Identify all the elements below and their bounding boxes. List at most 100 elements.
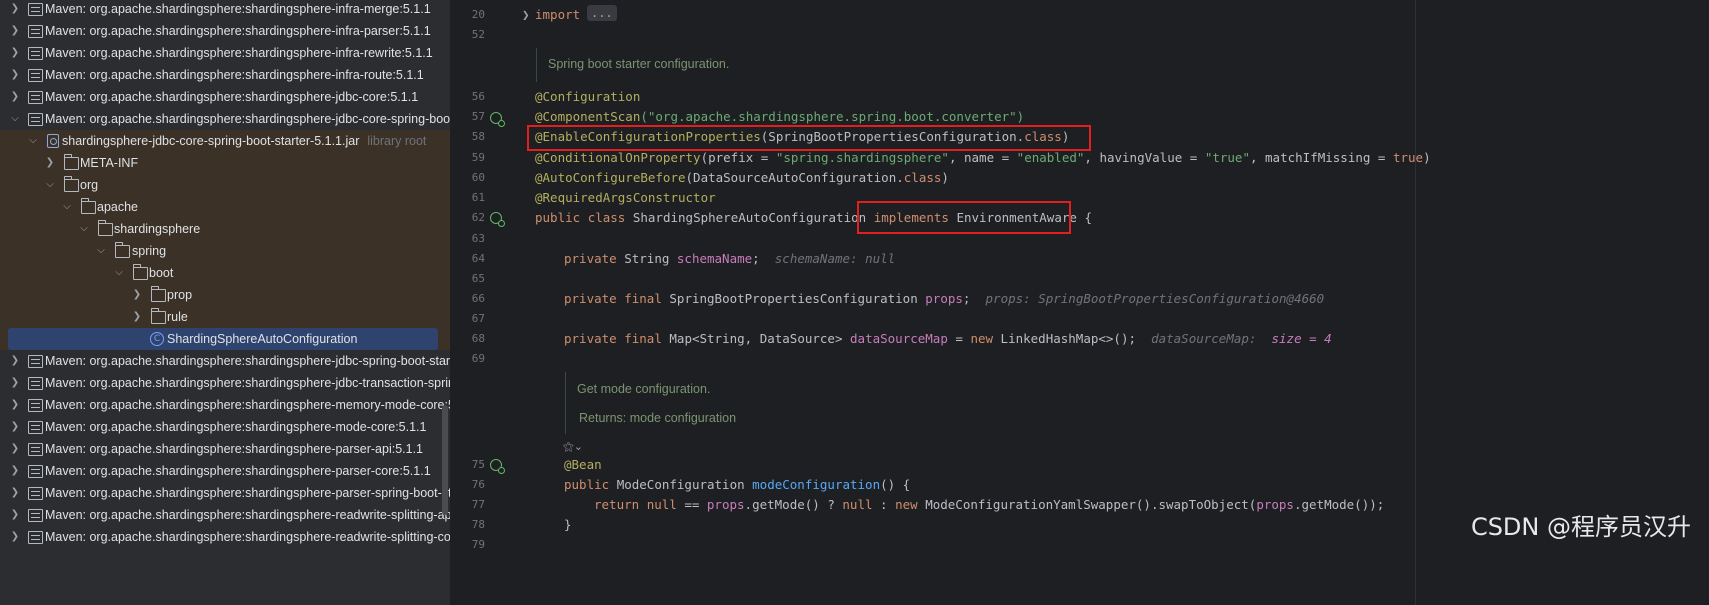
tree-row-jar[interactable]: ⌵ shardingsphere-jdbc-core-spring-boot-s… — [0, 130, 450, 152]
inline-debug-hint: schemaName: null — [774, 251, 896, 266]
library-icon — [28, 25, 43, 38]
chevron-right-icon[interactable]: ❯ — [9, 42, 21, 64]
tree-row-label: Maven: org.apache.shardingsphere:shardin… — [45, 464, 431, 478]
chevron-right-icon[interactable]: ❯ — [9, 350, 21, 372]
chevron-down-icon[interactable]: ⌵ — [44, 174, 56, 196]
tree-row-label: Maven: org.apache.shardingsphere:shardin… — [45, 46, 433, 60]
library-icon — [28, 465, 43, 478]
line-number: 66 — [471, 292, 485, 305]
chevron-right-icon[interactable]: ❯ — [9, 438, 21, 460]
tree-row-readwrite-splitting-core[interactable]: ❯ Maven: org.apache.shardingsphere:shard… — [0, 526, 450, 548]
spring-bean-gutter-icon[interactable] — [490, 459, 505, 474]
chevron-right-icon[interactable]: ❯ — [9, 394, 21, 416]
chevron-right-icon[interactable]: ❯ — [9, 460, 21, 482]
line-number: 58 — [471, 130, 485, 143]
inline-debug-hint-value: size = 4 — [1271, 331, 1332, 346]
chevron-right-icon[interactable]: ❯ — [9, 504, 21, 526]
code-line-78: } — [564, 517, 572, 532]
fold-expand-icon[interactable]: ❯ — [522, 7, 530, 23]
tree-row-infra-route[interactable]: ❯ Maven: org.apache.shardingsphere:shard… — [0, 64, 450, 86]
tree-row-infra-rewrite[interactable]: ❯ Maven: org.apache.shardingsphere:shard… — [0, 42, 450, 64]
tree-row-label: ShardingSphereAutoConfiguration — [167, 332, 358, 346]
chevron-down-icon[interactable]: ⌵ — [27, 130, 39, 152]
tree-row-memory-mode-core[interactable]: ❯ Maven: org.apache.shardingsphere:shard… — [0, 394, 450, 416]
chevron-right-icon[interactable]: ❯ — [131, 306, 143, 328]
chevron-down-icon[interactable]: ⌵ — [9, 108, 21, 130]
tree-row-parser-api[interactable]: ❯ Maven: org.apache.shardingsphere:shard… — [0, 438, 450, 460]
library-icon — [28, 509, 43, 522]
chevron-right-icon[interactable]: ❯ — [44, 152, 56, 174]
tree-row-jdbc-transaction-spring[interactable]: ❯ Maven: org.apache.shardingsphere:shard… — [0, 372, 450, 394]
library-root-hint: library root — [367, 134, 427, 148]
chevron-down-icon[interactable]: ⌵ — [113, 262, 125, 284]
tree-row-label: Maven: org.apache.shardingsphere:shardin… — [45, 24, 431, 38]
tree-row-infra-merge[interactable]: ❯ Maven: org.apache.shardingsphere:shard… — [0, 0, 450, 20]
watermark: CSDN @程序员汉升 — [1470, 513, 1691, 541]
tree-row-org[interactable]: ⌵ org — [0, 174, 450, 196]
right-margin-guide — [1415, 0, 1416, 605]
class-icon: C — [150, 332, 164, 346]
line-number: 63 — [471, 232, 485, 245]
tree-row-spring[interactable]: ⌵ spring — [0, 240, 450, 262]
tree-row-label: Maven: org.apache.shardingsphere:shardin… — [45, 508, 450, 522]
code-line-76: public ModeConfiguration modeConfigurati… — [564, 477, 911, 492]
tree-row-shardingsphere-auto-configuration[interactable]: C ShardingSphereAutoConfiguration — [0, 328, 450, 350]
tree-row-label: org — [80, 178, 99, 192]
tree-row-label: Maven: org.apache.shardingsphere:shardin… — [45, 90, 419, 104]
chevron-right-icon[interactable]: ❯ — [9, 64, 21, 86]
tree-row-label: rule — [167, 310, 188, 324]
tree-row-jdbc-core[interactable]: ❯ Maven: org.apache.shardingsphere:shard… — [0, 86, 450, 108]
spring-bean-gutter-icon[interactable] — [490, 212, 505, 227]
tree-row-meta-inf[interactable]: ❯ META-INF — [0, 152, 450, 174]
chevron-right-icon[interactable]: ❯ — [9, 20, 21, 42]
tree-row-jdbc-spring-boot-starter-infra[interactable]: ❯ Maven: org.apache.shardingsphere:shard… — [0, 350, 450, 372]
tree-row-boot[interactable]: ⌵ boot — [0, 262, 450, 284]
chevron-down-icon[interactable]: ⌵ — [78, 218, 90, 240]
tree-scrollbar[interactable] — [442, 405, 448, 515]
tree-row-rule[interactable]: ❯ rule — [0, 306, 450, 328]
tree-row-label: Maven: org.apache.shardingsphere:shardin… — [45, 376, 450, 390]
ai-actions-icon[interactable]: ⚝⌄ — [563, 439, 583, 455]
folded-imports-placeholder[interactable]: ... — [587, 5, 617, 21]
chevron-right-icon[interactable]: ❯ — [9, 416, 21, 438]
folder-icon — [98, 220, 113, 236]
chevron-right-icon[interactable]: ❯ — [9, 526, 21, 548]
chevron-right-icon[interactable]: ❯ — [131, 284, 143, 306]
chevron-down-icon[interactable]: ⌵ — [95, 240, 107, 262]
spring-bean-gutter-icon[interactable] — [490, 112, 505, 127]
tree-row-jdbc-core-spring-boot-starter[interactable]: ⌵ Maven: org.apache.shardingsphere:shard… — [0, 108, 450, 130]
line-number: 59 — [471, 151, 485, 164]
code-line-66: private final SpringBootPropertiesConfig… — [564, 291, 1325, 306]
tree-row-prop[interactable]: ❯ prop — [0, 284, 450, 306]
tree-row-parser-core[interactable]: ❯ Maven: org.apache.shardingsphere:shard… — [0, 460, 450, 482]
tree-row-infra-parser[interactable]: ❯ Maven: org.apache.shardingsphere:shard… — [0, 20, 450, 42]
line-number: 57 — [471, 110, 485, 123]
library-icon — [28, 91, 43, 104]
chevron-right-icon[interactable]: ❯ — [9, 86, 21, 108]
jar-icon — [47, 134, 59, 148]
library-icon — [28, 443, 43, 456]
tree-row-label: Maven: org.apache.shardingsphere:shardin… — [45, 398, 450, 412]
tree-row-readwrite-splitting-api[interactable]: ❯ Maven: org.apache.shardingsphere:shard… — [0, 504, 450, 526]
folder-icon — [133, 264, 148, 280]
line-number: 69 — [471, 352, 485, 365]
tree-row-shardingsphere[interactable]: ⌵ shardingsphere — [0, 218, 450, 240]
chevron-down-icon[interactable]: ⌵ — [61, 196, 73, 218]
line-number: 61 — [471, 191, 485, 204]
chevron-right-icon[interactable]: ❯ — [9, 372, 21, 394]
tree-row-parser-spring-boot-starter[interactable]: ❯ Maven: org.apache.shardingsphere:shard… — [0, 482, 450, 504]
tree-row-mode-core[interactable]: ❯ Maven: org.apache.shardingsphere:shard… — [0, 416, 450, 438]
code-line-59: @ConditionalOnProperty(prefix = "spring.… — [535, 150, 1431, 165]
chevron-right-icon[interactable]: ❯ — [9, 0, 21, 20]
code-line-75: @Bean — [564, 457, 602, 472]
library-icon — [28, 487, 43, 500]
line-number: 62 — [471, 211, 485, 224]
tree-row-apache[interactable]: ⌵ apache — [0, 196, 450, 218]
line-number: 76 — [471, 478, 485, 491]
tree-row-label: META-INF — [80, 156, 139, 170]
library-icon — [28, 113, 43, 126]
line-number: 56 — [471, 90, 485, 103]
folder-icon — [151, 286, 166, 302]
code-line-64: private String schemaName; schemaName: n… — [564, 251, 896, 266]
chevron-right-icon[interactable]: ❯ — [9, 482, 21, 504]
